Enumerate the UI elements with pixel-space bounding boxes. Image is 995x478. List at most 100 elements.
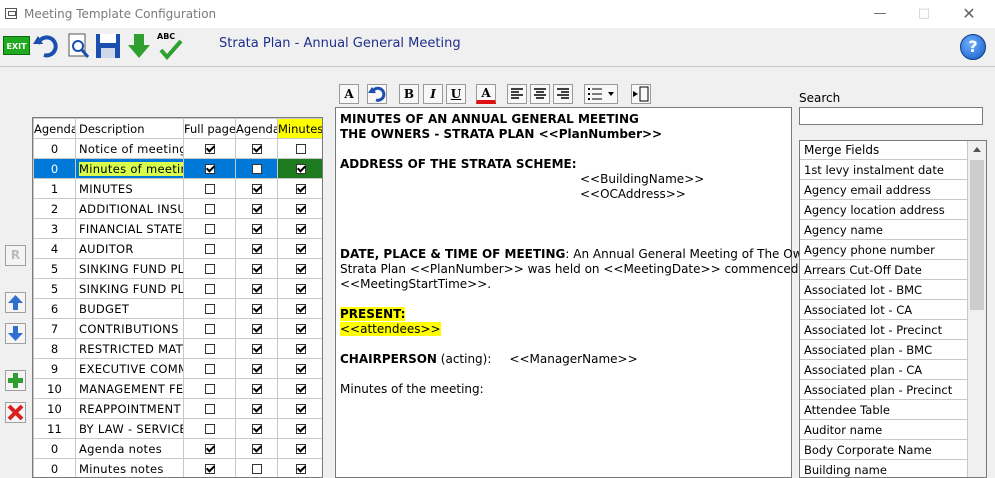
help-icon[interactable]: ? [960, 34, 986, 60]
agenda-checkbox[interactable] [251, 424, 262, 434]
agenda-cell[interactable] [235, 458, 278, 477]
align-right-button[interactable] [553, 84, 573, 104]
agenda-row[interactable]: 10 REAPPOINTMENT C [33, 398, 322, 419]
description-cell[interactable]: Minutes notes [75, 458, 184, 477]
full-page-cell[interactable] [183, 158, 236, 179]
minutes-checkbox[interactable] [295, 204, 306, 214]
col-description-header[interactable]: Description [75, 118, 184, 139]
full-page-checkbox[interactable] [204, 184, 215, 194]
full-page-cell[interactable] [183, 178, 236, 199]
agenda-cell[interactable] [235, 358, 278, 379]
minutes-checkbox[interactable] [295, 164, 306, 174]
agenda-checkbox[interactable] [251, 184, 262, 194]
description-cell[interactable]: RESTRICTED MATT [75, 338, 184, 359]
full-page-checkbox[interactable] [204, 404, 215, 414]
spell-check-button[interactable]: ABC [155, 32, 183, 61]
move-down-button[interactable] [5, 323, 26, 344]
agenda-row[interactable]: 5 SINKING FUND PLA [33, 278, 322, 299]
minutes-cell[interactable] [277, 298, 322, 319]
full-page-cell[interactable] [183, 358, 236, 379]
scroll-up-icon[interactable] [968, 141, 986, 159]
agenda-row[interactable]: 7 CONTRIBUTIONS [33, 318, 322, 339]
full-page-checkbox[interactable] [204, 264, 215, 274]
agenda-checkbox[interactable] [251, 384, 262, 394]
agenda-number-cell[interactable]: 3 [33, 218, 76, 239]
agenda-number-cell[interactable]: 10 [33, 398, 76, 419]
minutes-cell[interactable] [277, 278, 322, 299]
full-page-cell[interactable] [183, 278, 236, 299]
search-input[interactable] [799, 107, 983, 125]
minutes-checkbox[interactable] [295, 364, 306, 374]
delete-button[interactable] [5, 402, 26, 423]
agenda-number-cell[interactable]: 10 [33, 378, 76, 399]
editor-undo-button[interactable] [367, 84, 387, 104]
minutes-cell[interactable] [277, 338, 322, 359]
description-cell[interactable]: Notice of meeting [75, 138, 184, 159]
merge-field-item[interactable]: Body Corporate Name [800, 440, 968, 460]
agenda-cell[interactable] [235, 418, 278, 439]
agenda-row[interactable]: 3 FINANCIAL STATEM [33, 218, 322, 239]
full-page-checkbox[interactable] [204, 464, 215, 474]
agenda-checkbox[interactable] [251, 464, 262, 474]
align-center-button[interactable] [530, 84, 550, 104]
agenda-checkbox[interactable] [251, 204, 262, 214]
agenda-row[interactable]: 5 SINKING FUND PLA [33, 258, 322, 279]
description-cell[interactable]: CONTRIBUTIONS [75, 318, 184, 339]
agenda-cell[interactable] [235, 198, 278, 219]
minutes-cell[interactable] [277, 158, 322, 179]
full-page-checkbox[interactable] [204, 364, 215, 374]
merge-field-item[interactable]: Agency email address [800, 180, 968, 200]
agenda-cell[interactable] [235, 138, 278, 159]
template-editor[interactable]: MINUTES OF AN ANNUAL GENERAL MEETING THE… [335, 107, 837, 478]
full-page-checkbox[interactable] [204, 344, 215, 354]
agenda-checkbox[interactable] [251, 264, 262, 274]
minutes-checkbox[interactable] [295, 244, 306, 254]
agenda-cell[interactable] [235, 218, 278, 239]
agenda-cell[interactable] [235, 398, 278, 419]
agenda-checkbox[interactable] [251, 404, 262, 414]
bold-button[interactable]: B [399, 84, 419, 104]
minutes-checkbox[interactable] [295, 144, 306, 154]
merge-field-item[interactable]: Agency name [800, 220, 968, 240]
minutes-checkbox[interactable] [295, 384, 306, 394]
agenda-checkbox[interactable] [251, 144, 262, 154]
merge-field-item[interactable]: Associated plan - BMC [800, 340, 968, 360]
font-color-button[interactable]: A [476, 84, 496, 104]
full-page-checkbox[interactable] [204, 284, 215, 294]
save-button[interactable] [94, 32, 122, 60]
close-button[interactable]: ✕ [958, 4, 980, 24]
agenda-cell[interactable] [235, 378, 278, 399]
agenda-cell[interactable] [235, 338, 278, 359]
agenda-row[interactable]: 0 Notice of meeting [33, 138, 322, 159]
agenda-number-cell[interactable]: 11 [33, 418, 76, 439]
reset-button[interactable]: R [5, 245, 26, 266]
full-page-cell[interactable] [183, 138, 236, 159]
agenda-number-cell[interactable]: 2 [33, 198, 76, 219]
full-page-cell[interactable] [183, 398, 236, 419]
insert-field-button[interactable] [631, 84, 651, 104]
minimize-button[interactable]: — [869, 4, 891, 24]
exit-button[interactable]: EXIT [3, 32, 31, 60]
merge-field-item[interactable]: Attendee Table [800, 400, 968, 420]
agenda-row[interactable]: 6 BUDGET [33, 298, 322, 319]
agenda-checkbox[interactable] [251, 224, 262, 234]
align-left-button[interactable] [507, 84, 527, 104]
agenda-number-cell[interactable]: 1 [33, 178, 76, 199]
agenda-checkbox[interactable] [251, 244, 262, 254]
minutes-checkbox[interactable] [295, 284, 306, 294]
minutes-cell[interactable] [277, 318, 322, 339]
merge-field-item[interactable]: Auditor name [800, 420, 968, 440]
full-page-checkbox[interactable] [204, 224, 215, 234]
minutes-cell[interactable] [277, 238, 322, 259]
agenda-row[interactable]: 10 MANAGEMENT FEE [33, 378, 322, 399]
agenda-number-cell[interactable]: 6 [33, 298, 76, 319]
description-cell[interactable]: Agenda notes [75, 438, 184, 459]
merge-field-item[interactable]: Agency location address [800, 200, 968, 220]
minutes-checkbox[interactable] [295, 184, 306, 194]
full-page-checkbox[interactable] [204, 144, 215, 154]
agenda-number-cell[interactable]: 8 [33, 338, 76, 359]
description-cell[interactable]: AUDITOR [75, 238, 184, 259]
minutes-cell[interactable] [277, 358, 322, 379]
agenda-checkbox[interactable] [251, 284, 262, 294]
full-page-checkbox[interactable] [204, 244, 215, 254]
